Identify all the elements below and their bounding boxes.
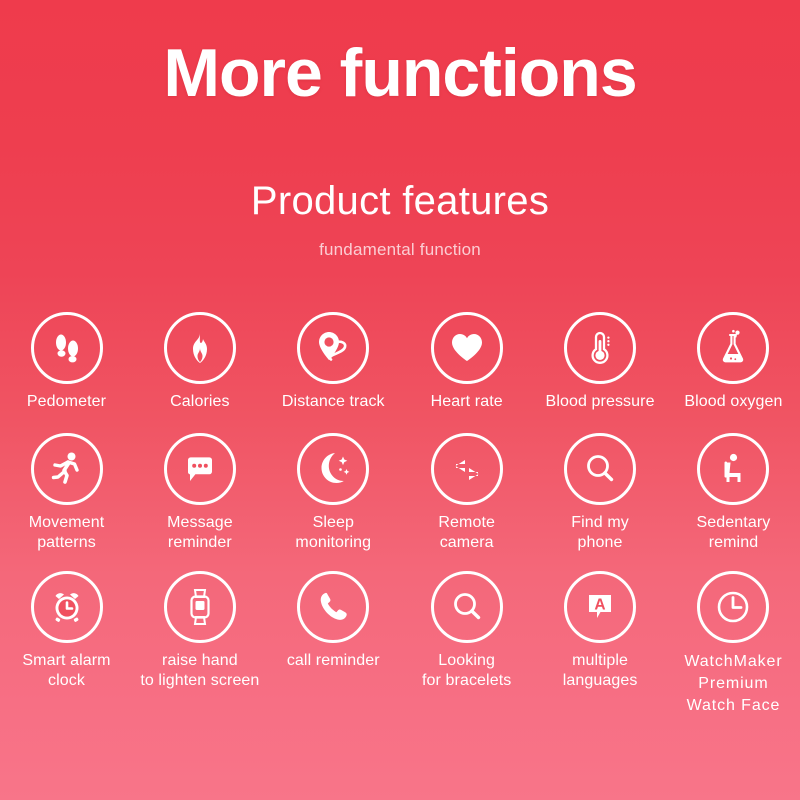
feature-label: Find my phone [571, 514, 629, 551]
thermometer-icon [564, 312, 637, 384]
flame-icon [163, 312, 236, 384]
feature-label: Heart rate [430, 393, 503, 410]
seated-person-icon [697, 433, 770, 505]
feature-label: multiple languages [562, 652, 638, 689]
feature-item-distance-track: Distance track [267, 312, 400, 412]
exchange-arrows-icon [430, 433, 503, 505]
feature-label: call reminder [286, 652, 380, 669]
feature-item-blood-pressure: Blood pressure [534, 312, 667, 412]
feature-label: Distance track [281, 393, 385, 410]
feature-label: Pedometer [26, 393, 107, 410]
flask-icon [697, 312, 770, 384]
feature-item-looking-for-bracelets: Looking for bracelets [400, 571, 533, 691]
feature-item-pedometer: Pedometer [0, 312, 133, 412]
feature-item-find-my-phone: Find my phone [534, 433, 667, 553]
feature-item-calories: Calories [133, 312, 266, 412]
feature-item-call-reminder: call reminder [267, 571, 400, 671]
svg-text:A: A [594, 596, 605, 613]
product-feature-poster: More functions Product features fundamen… [0, 0, 800, 800]
language-bubble-icon: A [564, 571, 637, 643]
clock-icon [697, 571, 770, 643]
alarm-clock-icon [30, 571, 103, 643]
page-tagline: fundamental function [319, 240, 481, 259]
moon-stars-icon [297, 433, 370, 505]
feature-item-remote-camera: Remote camera [400, 433, 533, 553]
footprints-icon [30, 312, 103, 384]
feature-label: Looking for bracelets [422, 652, 512, 689]
feature-label: Message reminder [167, 514, 233, 551]
feature-label: Movement patterns [28, 514, 105, 551]
feature-label: WatchMaker Premium Watch Face [684, 653, 783, 714]
feature-row: Pedometer Calories Distance track Heart … [0, 312, 800, 412]
feature-row: Movement patterns Message reminder Sleep… [0, 433, 800, 553]
heart-icon [430, 312, 503, 384]
feature-label: Blood pressure [545, 393, 655, 410]
feature-item-watchmaker: WatchMaker Premium Watch Face [667, 571, 800, 717]
feature-label: Remote camera [438, 514, 495, 551]
running-person-icon [30, 433, 103, 505]
location-pin-icon [297, 312, 370, 384]
feature-label: Blood oxygen [684, 393, 783, 410]
feature-item-message-reminder: Message reminder [133, 433, 266, 553]
feature-grid: Pedometer Calories Distance track Heart … [0, 312, 800, 717]
feature-label: Smart alarm clock [22, 652, 111, 689]
feature-label: Sedentary remind [696, 514, 771, 551]
chat-bubble-icon [163, 433, 236, 505]
phone-handset-icon [297, 571, 370, 643]
feature-label: raise hand to lighten screen [140, 652, 260, 689]
feature-label: Sleep monitoring [295, 514, 372, 551]
feature-item-smart-alarm-clock: Smart alarm clock [0, 571, 133, 691]
page-subtitle: Product features [250, 179, 550, 223]
feature-row: Smart alarm clock raise hand to lighten … [0, 571, 800, 717]
feature-item-sleep-monitoring: Sleep monitoring [267, 433, 400, 553]
feature-item-movement-patterns: Movement patterns [0, 433, 133, 553]
feature-item-multiple-languages: A multiple languages [534, 571, 667, 691]
magnifier-icon [430, 571, 503, 643]
smartwatch-icon [163, 571, 236, 643]
feature-label: Calories [170, 393, 230, 410]
feature-item-sedentary-remind: Sedentary remind [667, 433, 800, 553]
magnifier-icon [564, 433, 637, 505]
feature-item-heart-rate: Heart rate [400, 312, 533, 412]
page-title: More functions [163, 35, 637, 111]
feature-item-raise-hand: raise hand to lighten screen [133, 571, 266, 691]
feature-item-blood-oxygen: Blood oxygen [667, 312, 800, 412]
